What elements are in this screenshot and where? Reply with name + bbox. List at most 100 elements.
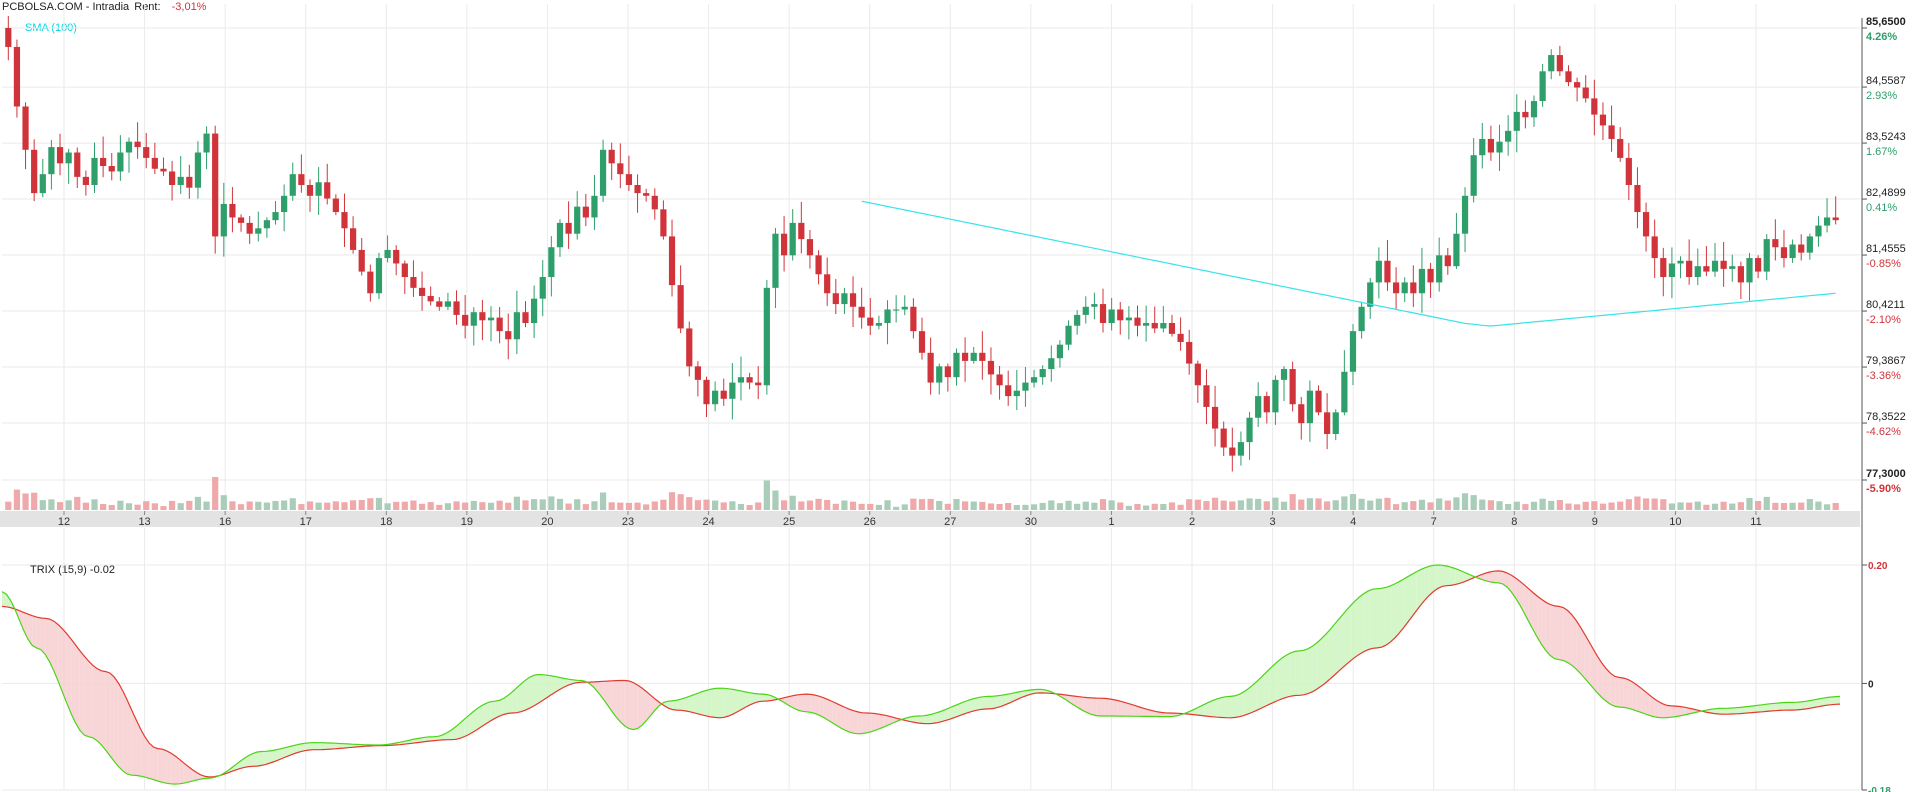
volume-bar xyxy=(1263,501,1270,510)
candle xyxy=(1168,323,1176,334)
volume-bar xyxy=(298,504,305,510)
volume-bar xyxy=(1151,503,1158,510)
volume-bar xyxy=(686,497,693,510)
candle xyxy=(1548,55,1555,72)
trix-fill xyxy=(32,615,37,648)
candle xyxy=(1720,260,1727,269)
candle xyxy=(1668,263,1676,278)
volume-bar xyxy=(703,499,710,510)
x-tick-label: 17 xyxy=(300,516,312,528)
trix-fill xyxy=(832,701,837,726)
trix-fill xyxy=(996,695,1002,708)
candle xyxy=(453,301,460,315)
candle xyxy=(1729,266,1736,269)
trix-fill xyxy=(1545,602,1551,656)
candle xyxy=(324,182,331,199)
trix-fill xyxy=(486,701,491,724)
candle xyxy=(393,249,400,264)
candle xyxy=(289,174,296,196)
volume-bar xyxy=(1505,504,1512,510)
volume-bar xyxy=(944,503,951,510)
candle xyxy=(910,306,917,332)
trix-fill xyxy=(1498,570,1503,584)
volume-bar xyxy=(1341,496,1348,510)
candle xyxy=(1358,306,1365,332)
volume-bar xyxy=(1401,502,1408,510)
x-tick-label: 4 xyxy=(1350,516,1356,528)
candle xyxy=(1134,317,1141,326)
volume-bar xyxy=(1548,500,1555,510)
trix-fill xyxy=(698,691,703,716)
candle xyxy=(281,195,288,213)
trix-fill xyxy=(1796,701,1802,710)
candle xyxy=(1082,306,1089,315)
trix-fill xyxy=(1576,620,1581,674)
volume-bar xyxy=(1039,502,1046,510)
volume-bar xyxy=(901,504,908,510)
volume-bar xyxy=(1608,502,1615,510)
candle xyxy=(1815,225,1822,237)
volume-bar xyxy=(56,502,64,510)
candle xyxy=(1660,258,1667,278)
volume-bar xyxy=(48,499,55,510)
trix-fill xyxy=(75,644,80,731)
volume-bar xyxy=(867,503,874,510)
candle xyxy=(755,382,762,386)
volume-bar xyxy=(1427,502,1434,510)
volume-bar xyxy=(91,499,98,510)
trix-fill xyxy=(1346,604,1352,664)
candle xyxy=(539,277,546,299)
candle xyxy=(677,285,684,329)
trix-fill xyxy=(1277,657,1283,701)
trix-fill xyxy=(1122,701,1127,717)
trix-fill xyxy=(862,712,867,734)
x-tick-label: 12 xyxy=(58,516,70,528)
volume-bar xyxy=(1048,500,1055,510)
trix-fill xyxy=(1113,699,1118,717)
volume-bar xyxy=(875,504,883,510)
trix-fill xyxy=(823,697,829,721)
volume-bar xyxy=(1530,501,1538,510)
trix-fill xyxy=(975,697,980,711)
price-panel: 12 13 16 17 18 19 20 23 24 25 26 27 30 1 2 3 4 7 8 9 10 1185,… xyxy=(0,4,1906,792)
trix-fill xyxy=(101,670,106,751)
volume-bar xyxy=(194,496,202,510)
volume-bar xyxy=(1358,498,1365,510)
volume-bar xyxy=(306,501,314,510)
volume-bar xyxy=(151,503,158,510)
trix-fill xyxy=(810,694,816,714)
candle xyxy=(1487,138,1495,153)
volume-bar xyxy=(1832,502,1839,510)
volume-bar xyxy=(134,504,141,510)
trix-fill xyxy=(1364,590,1369,652)
candle xyxy=(591,195,598,218)
trix-fill xyxy=(715,688,720,718)
trix-fill xyxy=(1394,581,1399,639)
y-tick-price: 80,4211 xyxy=(1866,299,1905,311)
volume-bar xyxy=(1013,505,1020,510)
candle xyxy=(186,176,193,188)
trix-fill xyxy=(1334,619,1339,676)
volume-bar xyxy=(289,498,296,510)
trix-fill xyxy=(853,710,859,734)
trix-fill xyxy=(1355,596,1360,657)
volume-bar xyxy=(1194,499,1201,510)
volume-bar xyxy=(1418,499,1426,510)
volume-bar xyxy=(531,499,538,510)
trix-fill xyxy=(1308,646,1313,694)
trix-fill xyxy=(542,674,547,701)
candle xyxy=(108,166,115,172)
trix-fill xyxy=(1489,571,1495,583)
candle xyxy=(1642,212,1650,237)
y-tick-price: 82,4899 xyxy=(1866,187,1906,199)
volume-bar xyxy=(1108,500,1115,510)
candle xyxy=(1625,157,1632,185)
trix-fill xyxy=(970,698,976,712)
volume-bar xyxy=(1720,501,1727,510)
volume-bar xyxy=(410,500,417,510)
candle xyxy=(987,360,995,375)
volume-bar xyxy=(1470,495,1477,510)
trix-fill xyxy=(1615,676,1620,708)
volume-bar xyxy=(117,500,124,510)
volume-bar xyxy=(39,500,46,510)
